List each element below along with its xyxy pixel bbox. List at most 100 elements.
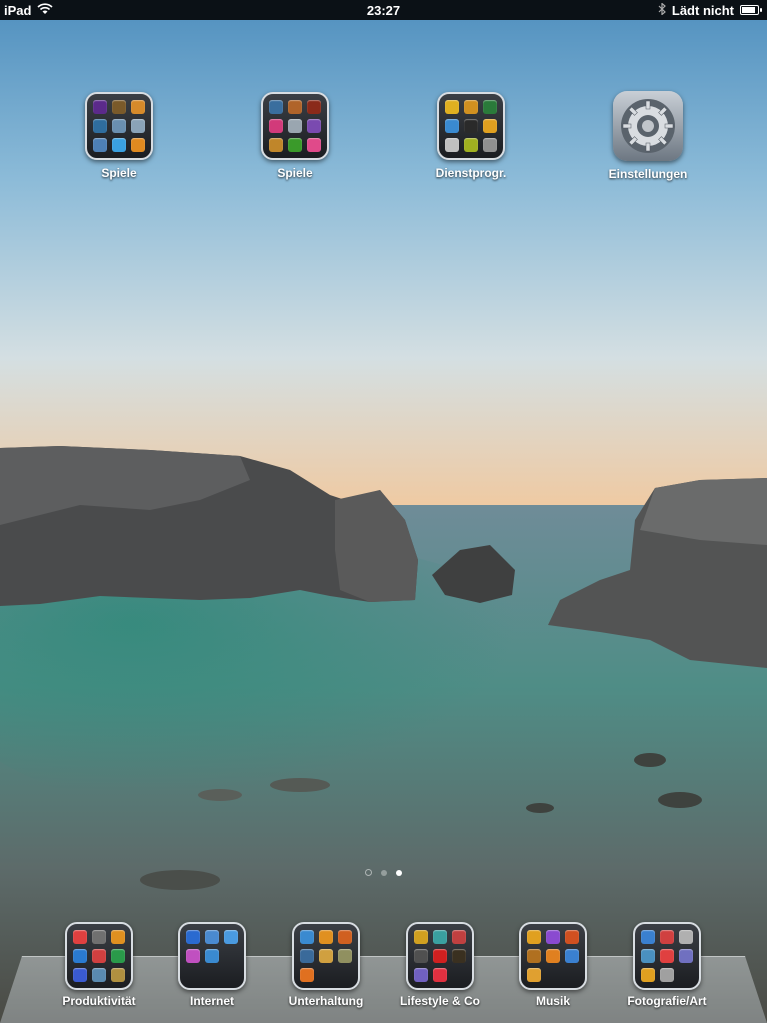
folder-mini-app-icon: [300, 930, 314, 944]
folder-mini-app-icon: [414, 968, 428, 982]
folder-mini-app-icon: [414, 930, 428, 944]
dock-folder-musik[interactable]: Musik: [497, 922, 609, 1008]
device-name: iPad: [4, 2, 32, 18]
folder-mini-app-icon: [288, 100, 302, 114]
folder-spiele-2[interactable]: Spiele: [235, 92, 355, 180]
folder-mini-app-icon: [433, 968, 447, 982]
folder-mini-app-icon: [433, 949, 447, 963]
folder-mini-app-icon: [483, 119, 497, 133]
gear-icon: [613, 91, 683, 161]
folder-mini-app-icon: [224, 930, 238, 944]
folder-mini-app-icon: [546, 930, 560, 944]
folder-label: Spiele: [101, 166, 137, 180]
folder-mini-app-icon: [433, 930, 447, 944]
folder-mini-app-icon: [73, 949, 87, 963]
folder-mini-app-icon: [73, 968, 87, 982]
folder-mini-app-icon: [565, 930, 579, 944]
dock-folder-lifestyle[interactable]: Lifestyle & Co: [384, 922, 496, 1008]
dock-folder-internet[interactable]: Internet: [156, 922, 268, 1008]
folder-mini-app-icon: [660, 930, 674, 944]
folder-mini-app-icon: [679, 949, 693, 963]
folder-mini-app-icon: [445, 100, 459, 114]
folder-mini-app-icon: [93, 119, 107, 133]
folder-mini-app-icon: [288, 138, 302, 152]
status-bar: iPad 23:27 Lädt nicht: [0, 0, 767, 20]
folder-mini-app-icon: [445, 138, 459, 152]
folder-mini-app-icon: [464, 119, 478, 133]
folder-mini-app-icon: [111, 949, 125, 963]
dock-folder-unterhaltung[interactable]: Unterhaltung: [270, 922, 382, 1008]
folder-mini-app-icon: [131, 119, 145, 133]
folder-mini-app-icon: [338, 949, 352, 963]
folder-mini-app-icon: [307, 119, 321, 133]
folder-label: Spiele: [277, 166, 313, 180]
folder-box: [406, 922, 474, 990]
folder-mini-app-icon: [92, 949, 106, 963]
folder-label: Dienstprogr.: [435, 166, 507, 180]
folder-label: Produktivität: [62, 994, 136, 1008]
app-label: Einstellungen: [608, 167, 688, 181]
folder-mini-app-icon: [319, 930, 333, 944]
folder-mini-app-icon: [527, 968, 541, 982]
folder-mini-app-icon: [641, 968, 655, 982]
folder-box: [178, 922, 246, 990]
folder-label: Internet: [189, 994, 234, 1008]
clock: 23:27: [366, 2, 401, 18]
app-einstellungen[interactable]: Einstellungen: [588, 91, 708, 181]
folder-mini-app-icon: [452, 949, 466, 963]
folder-mini-app-icon: [205, 949, 219, 963]
battery-icon: [740, 5, 762, 15]
folder-mini-app-icon: [679, 930, 693, 944]
folder-mini-app-icon: [131, 138, 145, 152]
folder-mini-app-icon: [93, 100, 107, 114]
folder-mini-app-icon: [269, 138, 283, 152]
folder-mini-app-icon: [111, 968, 125, 982]
folder-mini-app-icon: [92, 968, 106, 982]
folder-mini-app-icon: [73, 930, 87, 944]
folder-mini-app-icon: [527, 949, 541, 963]
folder-box: [85, 92, 153, 160]
folder-mini-app-icon: [483, 138, 497, 152]
folder-mini-app-icon: [92, 930, 106, 944]
folder-mini-app-icon: [546, 949, 560, 963]
folder-mini-app-icon: [131, 100, 145, 114]
bluetooth-icon: [658, 1, 666, 18]
folder-mini-app-icon: [319, 949, 333, 963]
folder-mini-app-icon: [112, 138, 126, 152]
dock-folder-produktivitaet[interactable]: Produktivität: [43, 922, 155, 1008]
folder-box: [519, 922, 587, 990]
folder-mini-app-icon: [445, 119, 459, 133]
folder-mini-app-icon: [186, 949, 200, 963]
folder-mini-app-icon: [527, 930, 541, 944]
charge-status: Lädt nicht: [671, 2, 734, 18]
folder-mini-app-icon: [93, 138, 107, 152]
folder-label: Fotografie/Art: [627, 994, 707, 1008]
folder-mini-app-icon: [300, 968, 314, 982]
folder-mini-app-icon: [565, 949, 579, 963]
page-dot-current[interactable]: [396, 869, 402, 876]
wifi-icon: [37, 2, 54, 18]
folder-mini-app-icon: [307, 100, 321, 114]
folder-box: [65, 922, 133, 990]
folder-mini-app-icon: [414, 949, 428, 963]
folder-mini-app-icon: [660, 949, 674, 963]
page-indicator[interactable]: [0, 869, 767, 876]
folder-label: Musik: [535, 994, 570, 1008]
folder-box: [437, 92, 505, 160]
folder-mini-app-icon: [186, 930, 200, 944]
folder-mini-app-icon: [660, 968, 674, 982]
folder-box: [633, 922, 701, 990]
spotlight-search-dot[interactable]: [365, 869, 372, 876]
folder-mini-app-icon: [641, 949, 655, 963]
folder-mini-app-icon: [112, 119, 126, 133]
folder-spiele-1[interactable]: Spiele: [59, 92, 179, 180]
dock-folder-fotografie[interactable]: Fotografie/Art: [611, 922, 723, 1008]
page-dot[interactable]: [381, 869, 387, 876]
folder-mini-app-icon: [464, 138, 478, 152]
folder-mini-app-icon: [452, 930, 466, 944]
folder-mini-app-icon: [205, 930, 219, 944]
folder-mini-app-icon: [112, 100, 126, 114]
folder-mini-app-icon: [307, 138, 321, 152]
folder-dienstprogr[interactable]: Dienstprogr.: [411, 92, 531, 180]
folder-mini-app-icon: [641, 930, 655, 944]
